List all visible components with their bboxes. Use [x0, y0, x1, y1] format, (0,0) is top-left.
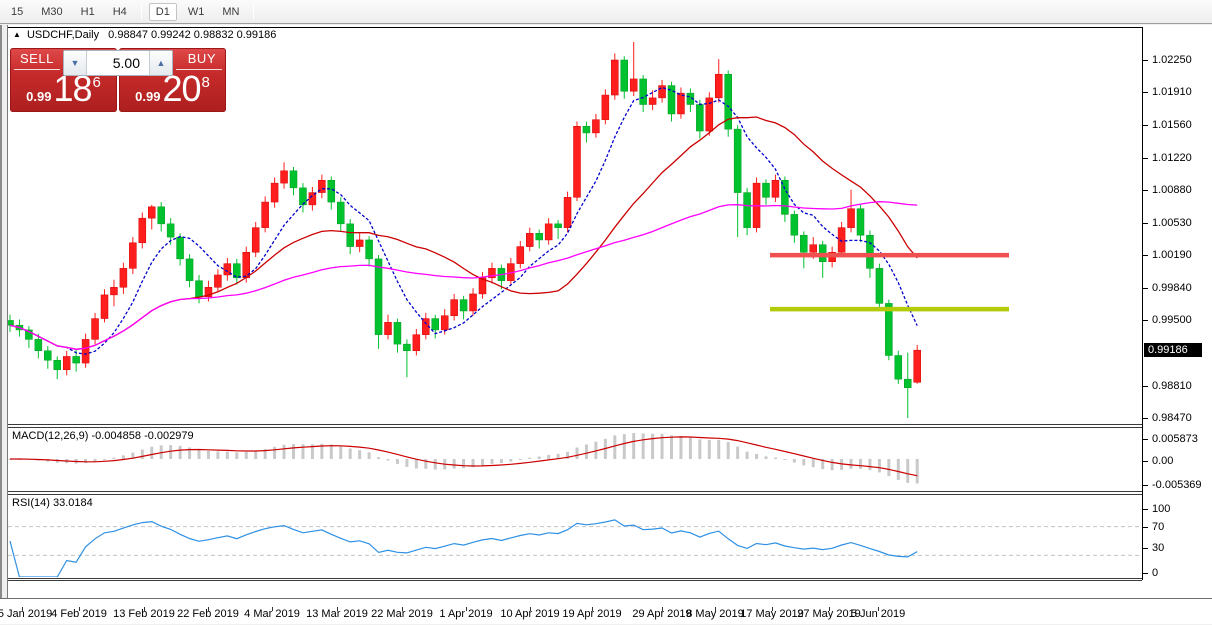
price-axis[interactable]: 1.02250 1.01910 1.01560 1.01220 1.00880 1.005…	[1143, 27, 1212, 580]
date-label: 5 Jun 2019	[851, 608, 905, 620]
chart-window: ▲ USDCHF,Daily 0.98847 0.99242 0.98832 0…	[0, 25, 1212, 625]
price-tick-label: 0.98810	[1152, 380, 1192, 392]
price-tick	[1143, 92, 1148, 93]
price-tick	[1143, 60, 1148, 61]
rsi-tick-label: 100	[1152, 503, 1170, 515]
timeframe-button-h1[interactable]: H1	[74, 3, 102, 21]
rsi-tick	[1143, 573, 1148, 574]
main-chart-pane[interactable]	[8, 28, 1142, 424]
price-tick-label: 0.99840	[1152, 282, 1192, 294]
timeframe-toolbar: 15M30 H1H4 D1W1MN	[0, 0, 1212, 24]
timeframe-button-mn[interactable]: MN	[215, 3, 246, 21]
price-tick	[1143, 255, 1148, 256]
date-label: 13 Feb 2019	[113, 608, 175, 620]
price-tick	[1143, 125, 1148, 126]
current-price-badge: 0.99186	[1144, 343, 1202, 357]
price-tick-label: 1.01910	[1152, 86, 1192, 98]
price-tick	[1143, 386, 1148, 387]
price-tick-label: 0.99500	[1152, 314, 1192, 326]
price-tick	[1143, 223, 1148, 224]
mt4-window: 15M30 H1H4 D1W1MN ▲ USDCHF,Daily 0.98847 0…	[0, 0, 1212, 625]
separator-macd-rsi-1[interactable]	[8, 491, 1142, 492]
date-label: 1 Apr 2019	[439, 608, 492, 620]
timeframe-button-m30[interactable]: M30	[34, 3, 69, 21]
price-tick-label: 1.01220	[1152, 152, 1192, 164]
timeframe-button-h4[interactable]: H4	[106, 3, 134, 21]
rsi-tick	[1143, 548, 1148, 549]
date-axis[interactable]: 25 Jan 20194 Feb 2019 13 Feb 201922 Feb 2…	[0, 606, 1212, 623]
separator-main-macd-1[interactable]	[8, 424, 1142, 425]
macd-tick-label: 0.005873	[1152, 433, 1198, 445]
date-label: 4 Mar 2019	[244, 608, 300, 620]
volume-increase-icon[interactable]: ▲	[149, 51, 172, 75]
price-tick-label: 1.00880	[1152, 184, 1192, 196]
macd-pane[interactable]	[8, 428, 1142, 490]
macd-tick	[1143, 439, 1148, 440]
window-left-edge	[0, 25, 8, 598]
price-tick	[1143, 288, 1148, 289]
macd-tick	[1143, 461, 1148, 462]
rsi-tick-label: 0	[1152, 567, 1158, 579]
price-tick	[1143, 190, 1148, 191]
price-tick-label: 1.00190	[1152, 249, 1192, 261]
tabbar-top-border	[0, 598, 1212, 599]
separator-rsi-dates-1	[8, 578, 1142, 579]
macd-tick	[1143, 485, 1148, 486]
date-label: 17 May 2019	[740, 608, 804, 620]
macd-tick-label: -0.005369	[1152, 479, 1202, 491]
price-tick	[1143, 158, 1148, 159]
date-label: 22 Mar 2019	[371, 608, 433, 620]
date-label: 22 Feb 2019	[177, 608, 239, 620]
rsi-pane[interactable]	[8, 495, 1142, 577]
volume-spinner: ▼ ▲	[63, 50, 173, 76]
macd-tick-label: 0.00	[1152, 455, 1173, 467]
toolbar-separator	[141, 4, 142, 20]
date-label: 10 Apr 2019	[500, 608, 559, 620]
date-label: 8 May 2019	[686, 608, 743, 620]
date-label: 25 Jan 2019	[0, 608, 52, 620]
rsi-tick	[1143, 527, 1148, 528]
price-tick	[1143, 418, 1148, 419]
price-tick-label: 1.00530	[1152, 217, 1192, 229]
toolbar-separator	[253, 4, 254, 20]
price-tick-label: 1.01560	[1152, 119, 1192, 131]
price-tick-label: 1.02250	[1152, 54, 1192, 66]
volume-decrease-icon[interactable]: ▼	[64, 51, 87, 75]
volume-input[interactable]	[87, 51, 149, 75]
timeframe-button-w1[interactable]: W1	[181, 3, 212, 21]
date-label: 4 Feb 2019	[51, 608, 107, 620]
rsi-tick-label: 30	[1152, 542, 1164, 554]
rsi-tick-label: 70	[1152, 521, 1164, 533]
date-label: 13 Mar 2019	[306, 608, 368, 620]
rsi-tick	[1143, 509, 1148, 510]
timeframe-button-15[interactable]: 15	[4, 3, 30, 21]
date-label: 29 Apr 2019	[632, 608, 691, 620]
timeframe-button-d1[interactable]: D1	[149, 3, 177, 21]
date-label: 19 Apr 2019	[562, 608, 621, 620]
price-tick-label: 0.98470	[1152, 412, 1192, 424]
separator-rsi-dates-2	[8, 580, 1142, 581]
price-tick	[1143, 320, 1148, 321]
